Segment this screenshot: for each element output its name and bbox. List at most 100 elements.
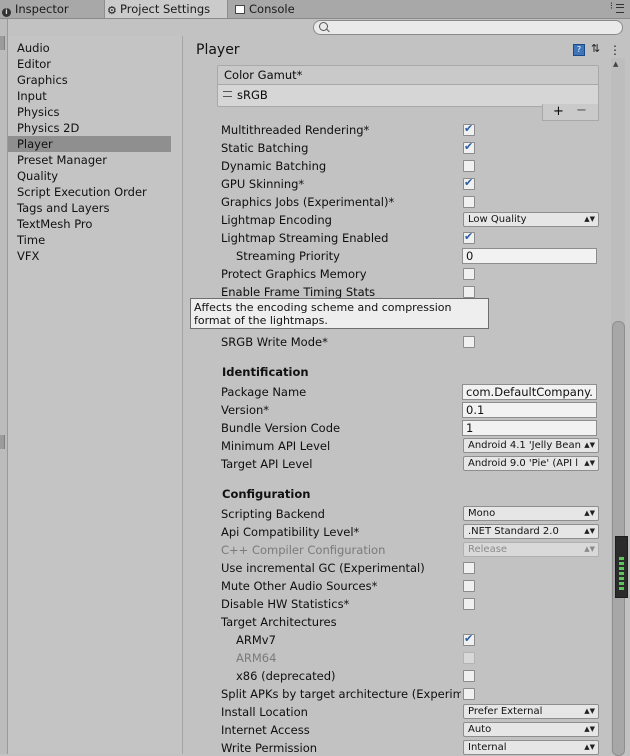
drag-handle-icon[interactable] [223,91,232,97]
dropdown-arrow-icon: ▲▼ [584,543,595,556]
sidebar-item-audio[interactable]: Audio [17,40,180,56]
sidebar-item-physics-2d[interactable]: Physics 2D [17,120,180,136]
minimum-api-level-dropdown[interactable]: Android 4.1 'Jelly Bean ▲▼ [463,438,599,453]
gpu-skinning-checkbox[interactable] [463,176,475,190]
bundle-version-code-input[interactable]: 1 [462,420,597,436]
incremental-gc-checkbox[interactable] [463,562,475,574]
dynamic-batching-checkbox[interactable] [463,160,475,172]
sidebar-item-input[interactable]: Input [17,88,180,104]
dropdown-arrow-icon: ▲▼ [584,507,595,520]
protect-graphics-memory-checkbox[interactable] [463,268,475,280]
internet-access-label: Internet Access [221,723,310,737]
tab-label: Inspector [15,2,69,16]
color-gamut-label: Color Gamut* [224,68,303,82]
preset-icon[interactable]: ⇅ [591,43,603,55]
tooltip-line: format of the lightmaps. [194,314,328,327]
dropdown-arrow-icon: ▲▼ [584,525,595,538]
dropdown-arrow-icon: ▲▼ [584,723,595,736]
internet-access-dropdown[interactable]: Auto ▲▼ [463,722,599,737]
dropdown-arrow-icon: ▲▼ [584,741,595,754]
install-location-label: Install Location [221,705,308,719]
scripting-backend-label: Scripting Backend [221,507,325,521]
install-location-dropdown[interactable]: Prefer External ▲▼ [463,704,599,719]
x86-label: x86 (deprecated) [236,669,336,683]
tab-label: Project Settings [120,2,211,16]
tab-inspector[interactable]: i Inspector [0,0,106,18]
frame-timing-stats-checkbox[interactable] [463,286,475,298]
streaming-priority-input[interactable]: 0 [462,248,597,264]
target-api-level-dropdown[interactable]: Android 9.0 'Pie' (API l ▲▼ [463,456,599,471]
window-menu-icon[interactable] [616,4,624,13]
search-input[interactable] [313,20,623,35]
lightmap-streaming-label: Lightmap Streaming Enabled [221,231,389,245]
api-compatibility-label: Api Compatibility Level* [221,525,360,539]
dropdown-value: Prefer External [468,706,543,717]
color-gamut-list: Color Gamut* sRGB [217,65,599,107]
static-batching-label: Static Batching [221,141,309,155]
settings-menu-icon[interactable]: ⋮ [609,43,621,57]
disable-hw-stats-checkbox[interactable] [463,598,475,610]
meter-bar [619,557,624,560]
cpp-compiler-config-dropdown: Release ▲▼ [463,542,599,557]
cpp-compiler-config-label: C++ Compiler Configuration [221,543,386,557]
frame-timing-stats-label: Enable Frame Timing Stats [221,285,376,299]
multithreaded-rendering-checkbox[interactable] [463,122,475,136]
dropdown-value: .NET Standard 2.0 [468,526,559,537]
meter-bar [619,567,624,570]
package-name-label: Package Name [221,385,307,399]
scroll-up-icon[interactable]: ▲ [613,60,618,68]
identification-header: Identification [222,365,309,379]
color-gamut-item[interactable]: sRGB [237,88,268,102]
version-input[interactable]: 0.1 [462,402,597,418]
search-icon [319,22,328,31]
srgb-write-mode-label: SRGB Write Mode* [221,335,328,349]
protect-graphics-memory-label: Protect Graphics Memory [221,267,367,281]
dropdown-arrow-icon: ▲▼ [584,457,595,470]
disable-hw-stats-label: Disable HW Statistics* [221,597,350,611]
settings-sidebar: Audio Editor Graphics Input Physics Phys… [8,36,183,754]
static-batching-checkbox[interactable] [463,140,475,154]
tab-project-settings[interactable]: ⚙ Project Settings [104,0,228,18]
dropdown-arrow-icon: ▲▼ [584,439,595,452]
add-gamut-button[interactable]: + [553,104,564,119]
x86-checkbox[interactable] [463,670,475,682]
mute-audio-checkbox[interactable] [463,580,475,592]
remove-gamut-button[interactable]: − [576,103,587,118]
sidebar-item-graphics[interactable]: Graphics [17,72,180,88]
sidebar-item-editor[interactable]: Editor [17,56,180,72]
edge-marker [0,435,5,449]
info-icon: i [2,8,11,17]
sidebar-item-quality[interactable]: Quality [17,168,180,184]
lightmap-encoding-dropdown[interactable]: Low Quality ▲▼ [463,212,599,227]
armv7-checkbox[interactable] [463,632,475,646]
arm64-checkbox [463,652,475,664]
write-permission-dropdown[interactable]: Internal ▲▼ [463,740,599,755]
sidebar-item-textmesh-pro[interactable]: TextMesh Pro [17,216,180,232]
meter-bar [619,582,624,585]
graphics-jobs-label: Graphics Jobs (Experimental)* [221,195,395,209]
dropdown-value: Low Quality [468,214,527,225]
srgb-write-mode-checkbox[interactable] [463,336,475,348]
sidebar-item-player[interactable]: Player [8,136,171,152]
dropdown-value: Android 4.1 'Jelly Bean [468,440,581,451]
sidebar-item-tags-and-layers[interactable]: Tags and Layers [17,200,180,216]
sidebar-item-vfx[interactable]: VFX [17,248,180,264]
help-icon[interactable]: ? [573,44,585,56]
edge-marker [0,36,5,50]
more-options-icon[interactable]: ⁝ [610,1,613,12]
lightmap-streaming-checkbox[interactable] [463,230,475,244]
meter-bar [619,577,624,580]
page-title: Player [196,42,240,58]
graphics-jobs-checkbox[interactable] [463,196,475,208]
lightmap-encoding-label: Lightmap Encoding [221,213,332,227]
scripting-backend-dropdown[interactable]: Mono ▲▼ [463,506,599,521]
sidebar-item-script-execution-order[interactable]: Script Execution Order [17,184,180,200]
sidebar-item-preset-manager[interactable]: Preset Manager [17,152,180,168]
sidebar-item-time[interactable]: Time [17,232,180,248]
package-name-input[interactable]: com.DefaultCompany. [462,384,597,400]
api-compatibility-dropdown[interactable]: .NET Standard 2.0 ▲▼ [463,524,599,539]
tab-console[interactable]: Console [233,0,325,18]
split-apks-checkbox[interactable] [463,688,475,700]
sidebar-item-physics[interactable]: Physics [17,104,180,120]
lightmap-encoding-tooltip: Affects the encoding scheme and compress… [190,298,489,329]
